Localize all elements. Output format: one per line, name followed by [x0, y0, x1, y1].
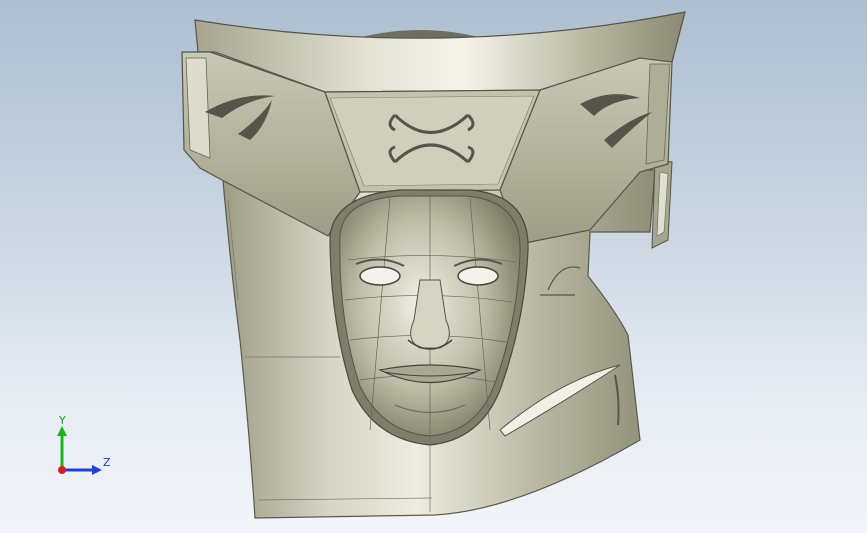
- y-axis-label: Y: [59, 414, 66, 427]
- mask-helmet-model[interactable]: [0, 0, 867, 533]
- z-axis-label: Z: [103, 456, 111, 469]
- y-axis-arrowhead: [57, 426, 67, 436]
- z-axis-arrowhead: [92, 465, 102, 475]
- cad-viewport[interactable]: Y Z: [0, 0, 867, 533]
- left-eye: [359, 266, 401, 286]
- right-eye: [457, 266, 499, 286]
- x-axis-dot: [58, 466, 66, 474]
- left-wing-edge: [185, 57, 211, 159]
